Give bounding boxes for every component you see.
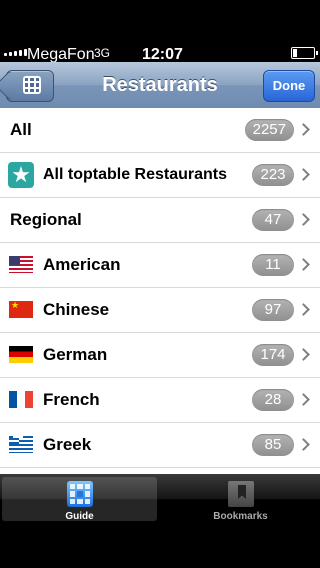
chevron-right-icon (297, 348, 310, 361)
count-badge: 2257 (244, 119, 294, 141)
list-item-greek[interactable]: Greek 85 (0, 423, 320, 468)
count-badge: 85 (252, 434, 294, 456)
list-item-french[interactable]: French 28 (0, 378, 320, 423)
chevron-right-icon (297, 123, 310, 136)
bookmark-icon (228, 481, 254, 507)
china-flag-icon (9, 301, 33, 318)
restaurant-category-list: All 2257 ★ All toptable Restaurants 223 … (0, 108, 320, 474)
tab-label: Bookmarks (213, 511, 268, 522)
done-button[interactable]: Done (263, 70, 315, 102)
list-item-label: All (10, 120, 32, 139)
star-icon: ★ (8, 162, 34, 188)
chevron-right-icon (297, 213, 310, 226)
count-badge: 174 (252, 344, 294, 366)
tab-bar: Guide Bookmarks (0, 474, 320, 524)
chevron-right-icon (297, 258, 310, 271)
list-item-label: Greek (43, 435, 92, 454)
tab-bookmarks[interactable]: Bookmarks (163, 477, 318, 522)
chevron-right-icon (297, 303, 310, 316)
list-item-regional[interactable]: Regional 47 (0, 198, 320, 243)
list-item-chinese[interactable]: Chinese 97 (0, 288, 320, 333)
guide-grid-icon (67, 481, 93, 507)
greece-flag-icon (9, 436, 33, 453)
list-item-label: All toptable Restaurants (43, 166, 228, 183)
list-item-label: Chinese (43, 300, 110, 319)
list-item-label: French (43, 390, 100, 409)
germany-flag-icon (9, 346, 33, 363)
list-item-german[interactable]: German 174 (0, 333, 320, 378)
count-badge: 47 (252, 209, 294, 231)
chevron-right-icon (297, 168, 310, 181)
chevron-right-icon (297, 438, 310, 451)
status-bar: MegaFon 3G 12:07 (0, 0, 320, 63)
tab-guide[interactable]: Guide (2, 477, 157, 522)
count-badge: 223 (252, 164, 294, 186)
network-type: 3G (94, 46, 111, 60)
tab-label: Guide (65, 511, 94, 522)
list-item-all[interactable]: All 2257 (0, 108, 320, 153)
navigation-bar: Restaurants Done (0, 62, 320, 109)
count-badge: 11 (252, 254, 294, 276)
chevron-right-icon (297, 393, 310, 406)
list-item-american[interactable]: American 11 (0, 243, 320, 288)
list-item-toptable[interactable]: ★ All toptable Restaurants 223 (0, 153, 320, 198)
signal-strength-icon (4, 49, 27, 56)
count-badge: 97 (252, 299, 294, 321)
back-button[interactable] (0, 70, 54, 102)
count-badge: 28 (252, 389, 294, 411)
us-flag-icon (9, 256, 33, 273)
screen-bottom (0, 524, 320, 568)
france-flag-icon (9, 391, 33, 408)
list-item-label: American (43, 255, 121, 274)
list-item-label: German (43, 345, 108, 364)
list-item-label: Regional (10, 210, 82, 229)
battery-icon (291, 47, 318, 59)
page-title: Restaurants (102, 74, 218, 96)
guide-grid-icon (23, 76, 41, 94)
